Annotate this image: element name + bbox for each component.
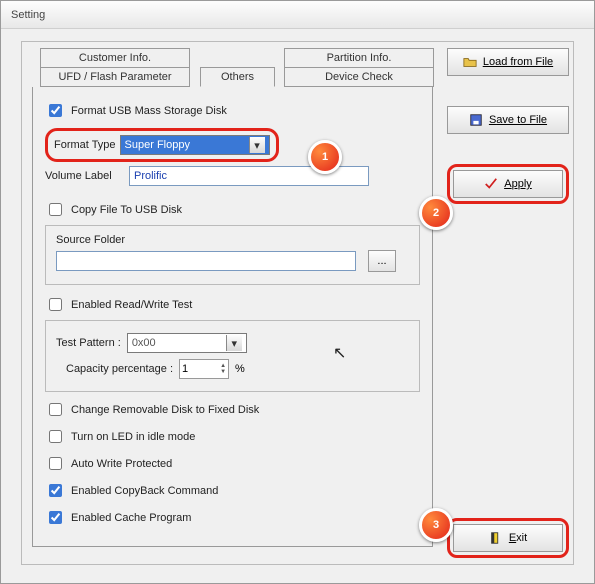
title-bar: Setting (1, 1, 594, 29)
capacity-spinner[interactable]: 1 ▲▼ (179, 359, 229, 379)
enabled-rw-input[interactable] (49, 298, 62, 311)
save-to-file-button[interactable]: Save to File (447, 106, 569, 134)
left-panel: Customer Info. Partition Info. UFD / Fla… (22, 42, 443, 564)
tab-strip: Customer Info. Partition Info. UFD / Fla… (32, 48, 433, 88)
settings-window: Setting Customer Info. Partition Info. U… (0, 0, 595, 584)
browse-button[interactable]: ... (368, 250, 396, 272)
test-pattern-label: Test Pattern : (56, 337, 121, 349)
folder-open-icon (463, 55, 477, 69)
tab-customer-info[interactable]: Customer Info. (40, 48, 190, 68)
tab-partition-info[interactable]: Partition Info. (284, 48, 434, 68)
format-type-select[interactable]: Super Floppy ▾ (120, 135, 270, 155)
annotation-badge-1: 1 (308, 140, 342, 174)
change-removable-checkbox[interactable]: Change Removable Disk to Fixed Disk (45, 400, 420, 419)
tab-others[interactable]: Others (200, 67, 275, 87)
tab-device-check[interactable]: Device Check (284, 67, 434, 87)
cache-checkbox[interactable]: Enabled Cache Program (45, 508, 420, 527)
apply-button[interactable]: Apply (453, 170, 563, 198)
source-folder-group: Source Folder ... (45, 225, 420, 285)
volume-label-label: Volume Label (45, 170, 123, 182)
annotation-badge-3: 3 (419, 508, 453, 542)
copy-file-input[interactable] (49, 203, 62, 216)
check-icon (484, 177, 498, 191)
save-icon (469, 113, 483, 127)
cursor-icon: ↖ (333, 343, 346, 363)
test-group: Test Pattern : 0x00 ▾ Capacity percentag… (45, 320, 420, 392)
format-type-label: Format Type (54, 139, 116, 151)
capacity-label: Capacity percentage : (66, 363, 173, 375)
annotation-badge-2: 2 (419, 196, 453, 230)
spinner-arrows-icon[interactable]: ▲▼ (220, 363, 226, 375)
source-folder-input[interactable] (56, 251, 356, 271)
copyback-checkbox[interactable]: Enabled CopyBack Command (45, 481, 420, 500)
format-usb-checkbox[interactable]: Format USB Mass Storage Disk (45, 101, 420, 120)
window-title: Setting (11, 9, 45, 21)
tab-ufd-parameter[interactable]: UFD / Flash Parameter (40, 67, 190, 87)
exit-button[interactable]: Exit (453, 524, 563, 552)
chevron-down-icon[interactable]: ▾ (249, 137, 265, 153)
exit-highlight: Exit (447, 518, 569, 558)
format-usb-input[interactable] (49, 104, 62, 117)
auto-write-checkbox[interactable]: Auto Write Protected (45, 454, 420, 473)
enabled-rw-checkbox[interactable]: Enabled Read/Write Test (45, 295, 420, 314)
right-panel: Load from File Save to File Apply 2 3 Ex… (443, 42, 573, 564)
source-folder-label: Source Folder (56, 234, 409, 246)
copy-file-checkbox[interactable]: Copy File To USB Disk (45, 200, 420, 219)
content-area: Customer Info. Partition Info. UFD / Fla… (21, 41, 574, 565)
chevron-down-icon[interactable]: ▾ (226, 335, 242, 351)
tab-body: Format USB Mass Storage Disk Format Type… (32, 87, 433, 547)
format-type-highlight: Format Type Super Floppy ▾ (45, 128, 279, 162)
load-from-file-button[interactable]: Load from File (447, 48, 569, 76)
apply-highlight: Apply (447, 164, 569, 204)
test-pattern-select[interactable]: 0x00 ▾ (127, 333, 247, 353)
turn-on-led-checkbox[interactable]: Turn on LED in idle mode (45, 427, 420, 446)
exit-door-icon (489, 531, 503, 545)
